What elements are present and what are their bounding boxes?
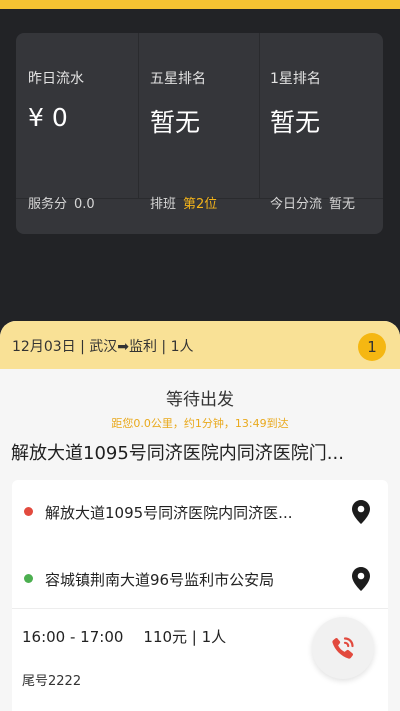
trip-detail-card: 解放大道1095号同济医院内同济医... 容城镇荆南大道96号监利市公安局 16… xyxy=(12,480,388,711)
phone-tail-number: 尾号2222 xyxy=(22,674,82,689)
phone-call-icon xyxy=(332,637,354,659)
top-accent-bar xyxy=(0,0,400,9)
pickup-dot-icon xyxy=(24,507,33,516)
stats-panel: 昨日流水 ¥ 0 五星排名 暂无 1星排名 暂无 服务分 0.0 排班 第2位 今日… xyxy=(16,33,383,234)
time-range: 16:00 - 17:00 xyxy=(22,628,124,646)
order-status: 等待出发 xyxy=(166,390,234,410)
map-pin-icon[interactable] xyxy=(352,500,370,524)
pickup-address: 解放大道1095号同济医院内同济医... xyxy=(45,504,293,522)
schedule-label: 排班 xyxy=(150,197,177,212)
today-flow-label: 今日分流 xyxy=(270,197,323,212)
service-score-label: 服务分 xyxy=(28,197,68,212)
one-star-rank-value: 暂无 xyxy=(270,108,321,137)
schedule-value: 第2位 xyxy=(183,197,218,212)
dropoff-address: 容城镇荆南大道96号监利市公安局 xyxy=(45,571,275,589)
service-score-value: 0.0 xyxy=(74,197,95,212)
stats-divider xyxy=(259,33,260,198)
order-count-badge: 1 xyxy=(358,333,386,361)
service-score: 服务分 0.0 xyxy=(28,193,95,212)
schedule-rank: 排班 第2位 xyxy=(150,193,217,212)
five-star-rank-value: 暂无 xyxy=(150,108,201,137)
call-passenger-button[interactable] xyxy=(312,617,374,679)
five-star-rank-label: 五星排名 xyxy=(150,71,206,87)
pickup-row[interactable]: 解放大道1095号同济医院内同济医... xyxy=(12,492,388,532)
pickup-title-address: 解放大道1095号同济医院内同济医院门... xyxy=(11,443,344,464)
eta-info: 距您0.0公里，约1分钟，13:49到达 xyxy=(111,417,289,430)
today-flow: 今日分流 暂无 xyxy=(270,193,355,212)
order-card[interactable]: 12月03日 | 武汉➡监利 | 1人 1 等待出发 距您0.0公里，约1分钟，… xyxy=(0,321,400,711)
yesterday-flow-value: ¥ 0 xyxy=(28,103,68,132)
divider xyxy=(12,608,388,609)
today-flow-value: 暂无 xyxy=(329,197,356,212)
map-pin-icon[interactable] xyxy=(352,567,370,591)
dropoff-dot-icon xyxy=(24,574,33,583)
time-and-fare: 16:00 - 17:00 110元 | 1人 xyxy=(22,626,226,647)
order-header: 12月03日 | 武汉➡监利 | 1人 1 xyxy=(0,321,400,369)
stats-divider xyxy=(138,33,139,198)
order-summary: 12月03日 | 武汉➡监利 | 1人 xyxy=(12,339,194,355)
dropoff-row[interactable]: 容城镇荆南大道96号监利市公安局 xyxy=(12,559,388,599)
yesterday-flow-label: 昨日流水 xyxy=(28,71,84,87)
fare-info: 110元 | 1人 xyxy=(143,628,227,646)
one-star-rank-label: 1星排名 xyxy=(270,71,321,87)
